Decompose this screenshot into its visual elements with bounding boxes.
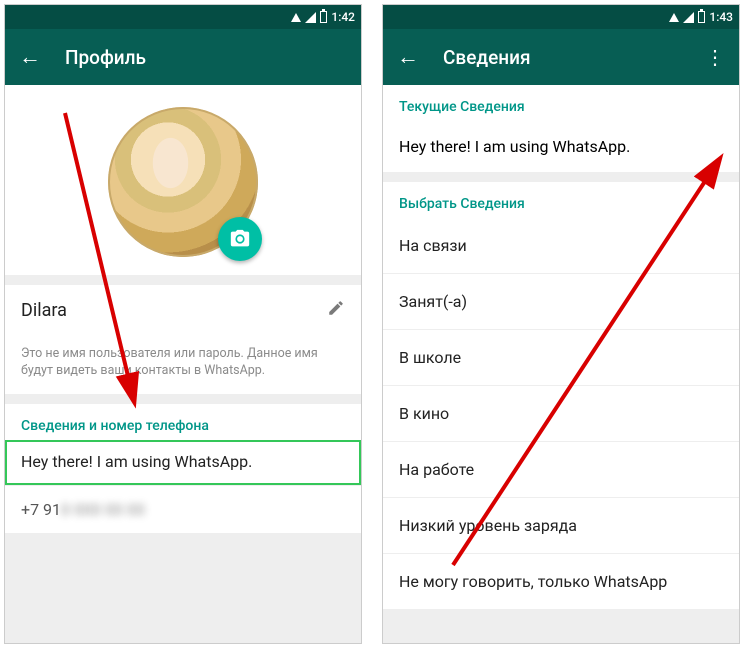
back-arrow-icon[interactable]: ← <box>19 44 41 70</box>
status-bar: 1:43 <box>383 5 739 29</box>
current-status-row[interactable]: Hey there! I am using WhatsApp. <box>383 121 739 172</box>
network-icon <box>669 13 679 22</box>
status-option[interactable]: Низкий уровень заряда <box>383 497 739 553</box>
username-hint: Это не имя пользователя или пароль. Данн… <box>5 336 361 394</box>
camera-icon <box>229 228 251 250</box>
phone-prefix: +7 91 <box>21 500 61 519</box>
network-icon <box>291 13 301 22</box>
status-option[interactable]: Не могу говорить, только WhatsApp <box>383 553 739 609</box>
about-content: Текущие Сведения Hey there! I am using W… <box>383 85 739 643</box>
appbar-title: Сведения <box>443 46 681 69</box>
status-time: 1:42 <box>331 10 355 24</box>
about-section: Сведения и номер телефона Hey there! I a… <box>5 404 361 533</box>
username-row[interactable]: Dilara <box>5 285 361 336</box>
status-option[interactable]: На связи <box>383 218 739 273</box>
app-bar: ← Сведения ⋮ <box>383 29 739 85</box>
battery-icon <box>698 11 705 23</box>
status-bar: 1:42 <box>5 5 361 29</box>
select-about-title: Выбрать Сведения <box>383 182 739 218</box>
about-section-title: Сведения и номер телефона <box>5 404 361 440</box>
status-option[interactable]: В кино <box>383 385 739 441</box>
app-bar: ← Профиль <box>5 29 361 85</box>
overflow-menu-icon[interactable]: ⋮ <box>705 45 725 69</box>
pencil-icon <box>327 299 345 317</box>
username-text: Dilara <box>21 300 327 321</box>
phone-about: 1:43 ← Сведения ⋮ Текущие Сведения Hey t… <box>382 4 740 644</box>
current-about-section: Текущие Сведения Hey there! I am using W… <box>383 85 739 172</box>
avatar-section <box>5 85 361 275</box>
camera-button[interactable] <box>218 217 262 261</box>
status-option[interactable]: На работе <box>383 441 739 497</box>
phone-blurred: 0 000 00 00 <box>61 500 145 519</box>
phone-profile: 1:42 ← Профиль Dilara Это не имя пользов… <box>4 4 362 644</box>
select-about-section: Выбрать Сведения На связиЗанят(-а)В школ… <box>383 182 739 609</box>
status-time: 1:43 <box>709 10 733 24</box>
status-text: Hey there! I am using WhatsApp. <box>21 452 252 471</box>
appbar-title: Профиль <box>65 46 347 69</box>
battery-icon <box>320 11 327 23</box>
back-arrow-icon[interactable]: ← <box>397 44 419 70</box>
current-status-text: Hey there! I am using WhatsApp. <box>399 137 723 156</box>
status-row[interactable]: Hey there! I am using WhatsApp. <box>5 440 361 485</box>
signal-icon <box>305 12 316 23</box>
status-option[interactable]: Занят(-а) <box>383 273 739 329</box>
status-option[interactable]: В школе <box>383 329 739 385</box>
phone-row[interactable]: +7 910 000 00 00 <box>5 485 361 533</box>
name-section: Dilara Это не имя пользователя или парол… <box>5 285 361 394</box>
current-about-title: Текущие Сведения <box>383 85 739 121</box>
signal-icon <box>683 12 694 23</box>
edit-name-button[interactable] <box>327 299 345 322</box>
profile-content: Dilara Это не имя пользователя или парол… <box>5 85 361 643</box>
